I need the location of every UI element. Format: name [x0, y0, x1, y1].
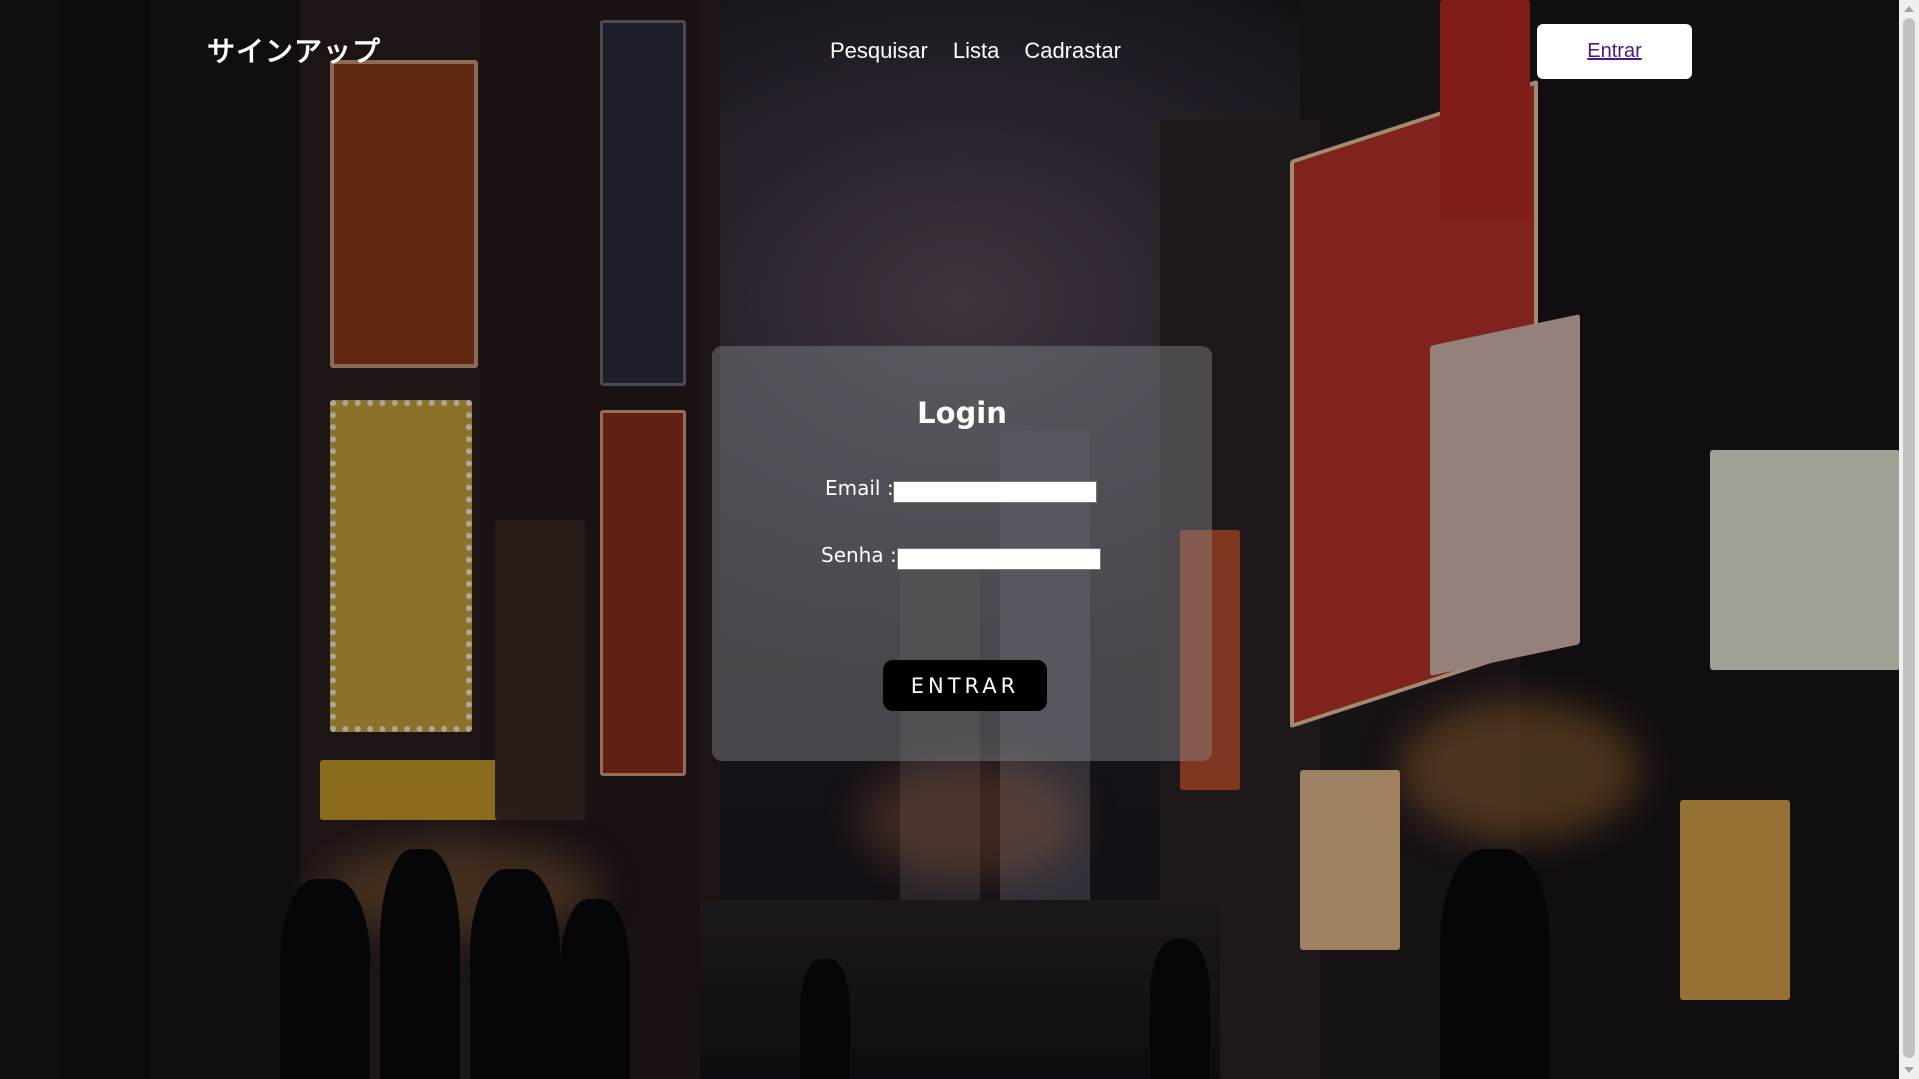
login-submit-button[interactable]: ENTRAR — [883, 660, 1047, 711]
nav-link-pesquisar[interactable]: Pesquisar — [830, 38, 928, 64]
site-logo[interactable]: サインアップ — [207, 30, 381, 70]
login-title: Login — [917, 396, 1007, 430]
password-input[interactable] — [897, 548, 1101, 570]
nav-link-lista[interactable]: Lista — [953, 38, 999, 64]
main-nav: Pesquisar Lista Cadrastar — [830, 38, 1121, 64]
header-enter-button-label: Entrar — [1587, 40, 1642, 62]
password-label: Senha : — [821, 543, 897, 567]
scroll-down-icon[interactable] — [1904, 1067, 1914, 1073]
header-enter-button[interactable]: Entrar — [1537, 24, 1692, 79]
nav-link-cadrastar[interactable]: Cadrastar — [1024, 38, 1121, 64]
scroll-up-icon[interactable] — [1904, 6, 1914, 12]
scroll-thumb[interactable] — [1903, 18, 1915, 1058]
login-card: Login Email : Senha : ENTRAR — [712, 346, 1212, 761]
login-submit-label: ENTRAR — [910, 673, 1020, 698]
email-label: Email : — [825, 476, 894, 500]
page-scrollbar[interactable] — [1899, 0, 1919, 1079]
email-input[interactable] — [893, 481, 1097, 503]
